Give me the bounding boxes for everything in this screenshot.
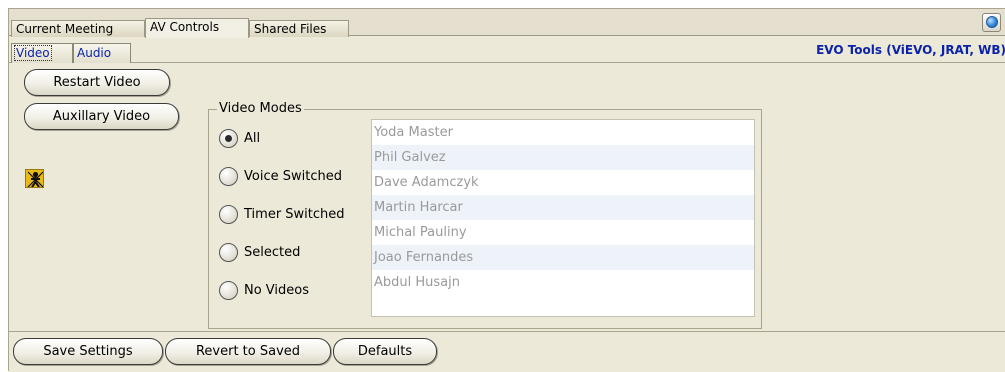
radio-selected[interactable]: Selected	[219, 241, 300, 263]
globe-icon[interactable]	[982, 13, 1001, 32]
evo-tools-link[interactable]: EVO Tools (ViEVO, JRAT, WB)	[816, 43, 1005, 57]
tab-label: Video	[14, 45, 52, 61]
radio-label: No Videos	[244, 282, 310, 298]
tab-video[interactable]: Video	[11, 43, 73, 63]
tab-label: AV Controls	[150, 20, 220, 34]
radio-button[interactable]	[219, 166, 238, 186]
list-item[interactable]: Martin Harcar	[372, 195, 754, 220]
video-modes-legend: Video Modes	[217, 101, 304, 117]
bottom-toolbar: Save Settings Revert to Saved Defaults	[9, 331, 1005, 372]
tab-label: Shared Files	[254, 22, 327, 36]
no-video-icon	[25, 169, 44, 188]
main-tab-bar: Current Meeting AV Controls Shared Files	[9, 9, 1005, 38]
list-item[interactable]: Yoda Master	[372, 120, 754, 145]
radio-button[interactable]	[219, 204, 238, 224]
list-item[interactable]: Michal Pauliny	[372, 220, 754, 245]
tab-current-meeting[interactable]: Current Meeting	[11, 20, 145, 37]
radio-label: Timer Switched	[244, 206, 345, 222]
tab-label: Current Meeting	[16, 22, 114, 36]
radio-all[interactable]: All	[219, 127, 260, 149]
list-item[interactable]: Dave Adamczyk	[372, 170, 754, 195]
video-panel: Restart Video Auxillary Video Video Mode…	[10, 65, 1005, 329]
app-window: Current Meeting AV Controls Shared Files…	[8, 8, 1005, 372]
radio-label: Selected	[244, 244, 301, 260]
video-modes-group: Video Modes All Voice Switched Timer Swi…	[208, 101, 762, 329]
participant-list[interactable]: Yoda Master Phil Galvez Dave Adamczyk Ma…	[371, 119, 755, 317]
tab-audio[interactable]: Audio	[73, 43, 131, 63]
list-item[interactable]: Phil Galvez	[372, 145, 754, 170]
list-item[interactable]: Abdul Husajn	[372, 270, 754, 295]
globe-icon-graphic	[986, 16, 998, 28]
radio-voice-switched[interactable]: Voice Switched	[219, 165, 342, 187]
auxiliary-video-button[interactable]: Auxillary Video	[24, 103, 179, 130]
tab-shared-files[interactable]: Shared Files	[249, 20, 349, 37]
radio-button[interactable]	[219, 280, 238, 300]
radio-label: All	[244, 130, 261, 146]
radio-timer-switched[interactable]: Timer Switched	[219, 203, 345, 225]
revert-to-saved-button[interactable]: Revert to Saved	[165, 338, 331, 365]
radio-button-checked[interactable]	[219, 128, 238, 148]
restart-video-button[interactable]: Restart Video	[24, 69, 170, 96]
tab-label: Audio	[77, 46, 112, 60]
sub-tab-bar: Video Audio EVO Tools (ViEVO, JRAT, WB)	[9, 37, 1005, 63]
save-settings-button[interactable]: Save Settings	[13, 338, 163, 365]
radio-no-videos[interactable]: No Videos	[219, 279, 309, 301]
radio-button[interactable]	[219, 242, 238, 262]
radio-label: Voice Switched	[244, 168, 342, 184]
defaults-button[interactable]: Defaults	[333, 338, 437, 365]
list-item[interactable]: Joao Fernandes	[372, 245, 754, 270]
tab-av-controls[interactable]: AV Controls	[145, 18, 249, 38]
